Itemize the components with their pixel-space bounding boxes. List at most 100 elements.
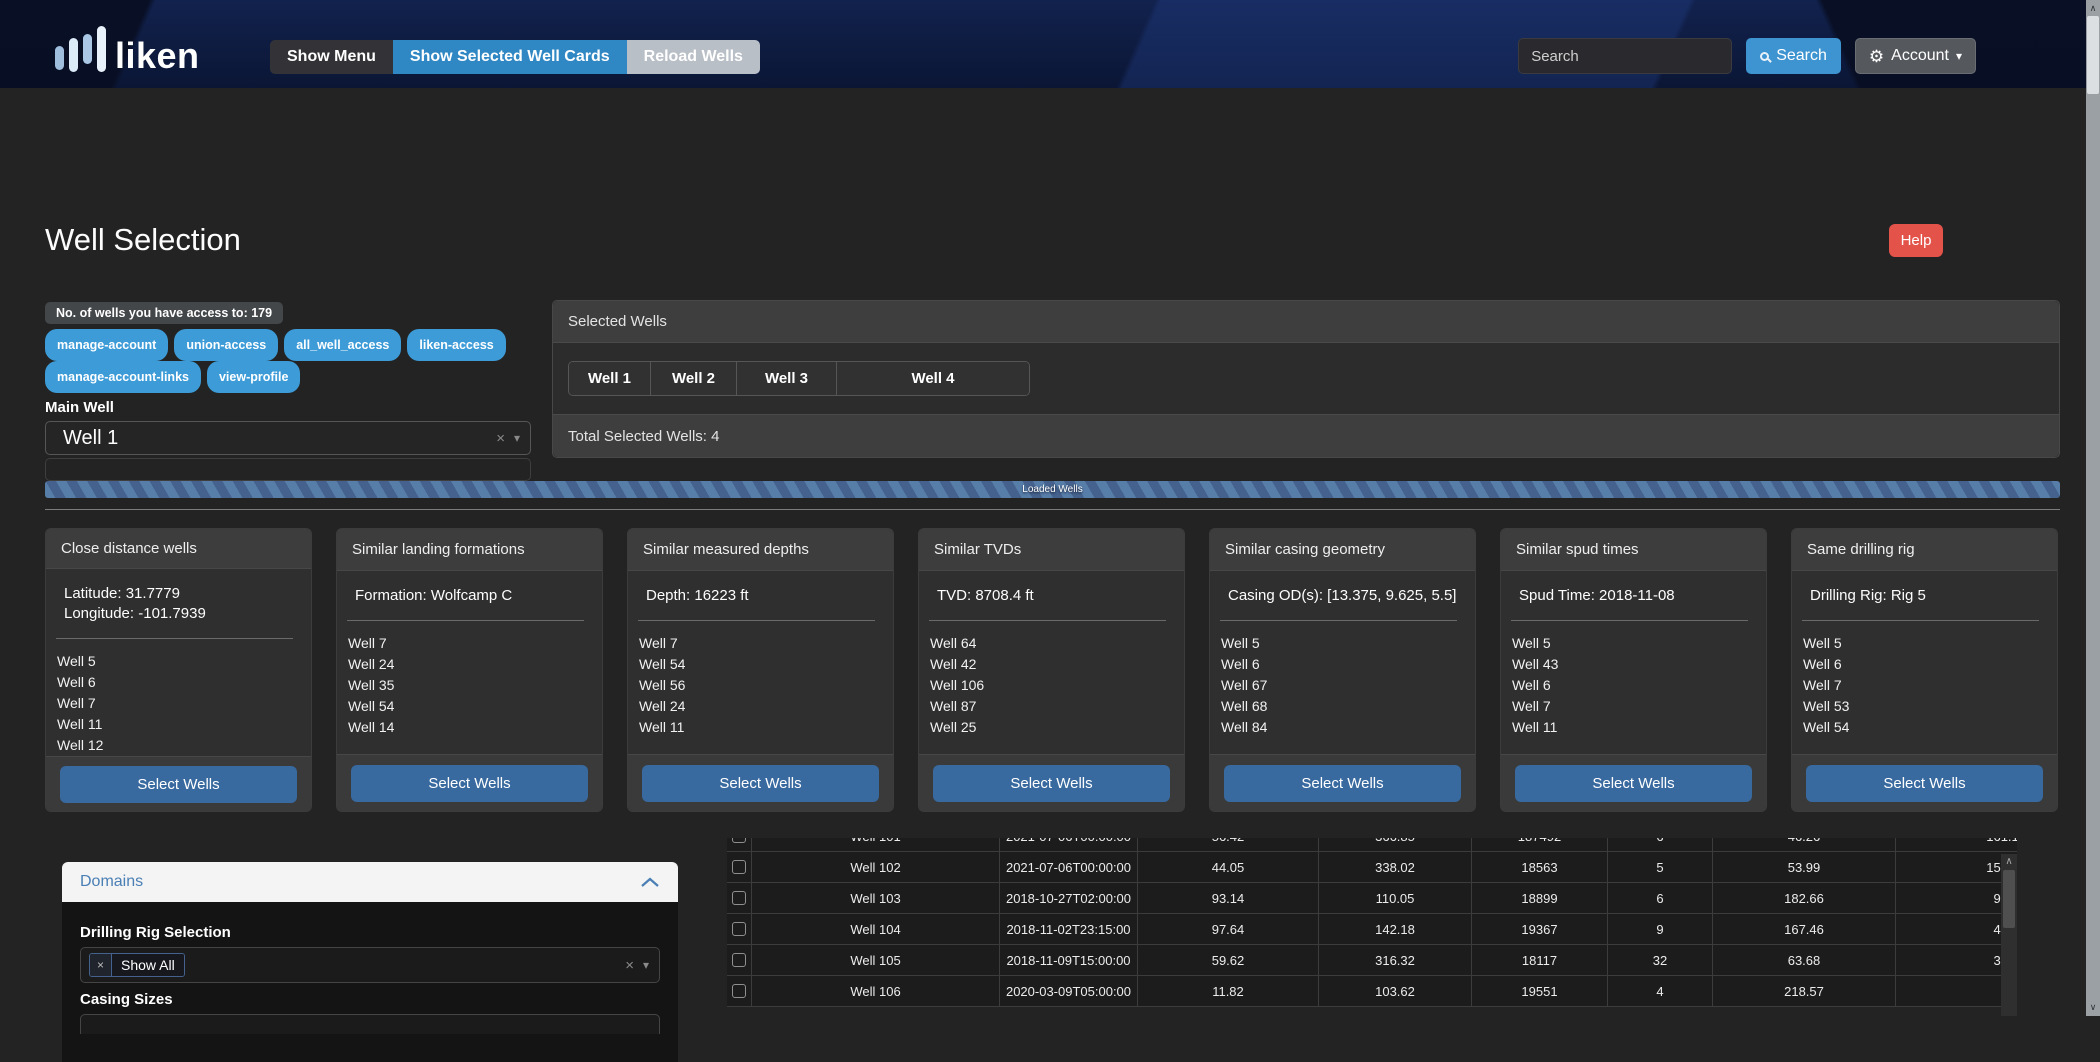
- select-wells-button[interactable]: Select Wells: [933, 765, 1170, 802]
- row-checkbox[interactable]: [732, 891, 746, 905]
- cell-value-4: 32: [1607, 945, 1712, 975]
- brand-logo[interactable]: liken: [55, 14, 200, 72]
- well-list-item: Well 87: [930, 696, 1184, 717]
- scroll-up-icon[interactable]: ∧: [2086, 1, 2100, 15]
- cell-value-1: 44.05: [1137, 852, 1318, 882]
- cell-value-2: 103.62: [1318, 976, 1471, 1006]
- card-well-list: Well 64Well 42Well 106Well 87Well 25: [919, 633, 1184, 738]
- main-well-extra-box: [45, 458, 531, 481]
- card-well-list: Well 5Well 6Well 7Well 11Well 12: [46, 651, 311, 756]
- card-title: Close distance wells: [46, 529, 311, 569]
- selected-well-button[interactable]: Well 3: [737, 362, 837, 395]
- select-wells-button[interactable]: Select Wells: [642, 765, 879, 802]
- search-icon: [1760, 52, 1769, 61]
- cell-date: 2018-11-09T15:00:00: [999, 945, 1137, 975]
- well-list-item: Well 67: [1221, 675, 1475, 696]
- role-badge: all_well_access: [284, 329, 401, 361]
- well-list-item: Well 6: [1221, 654, 1475, 675]
- search-button[interactable]: Search: [1746, 38, 1841, 74]
- section-divider: [45, 509, 2060, 510]
- navbar-right: Search ⚙ Account ▾: [1518, 38, 1976, 74]
- table-row: Well 106 2020-03-09T05:00:00 11.82 103.6…: [727, 976, 2017, 1007]
- casing-sizes-label: Casing Sizes: [80, 991, 660, 1008]
- tag-remove-icon[interactable]: ×: [90, 954, 112, 976]
- cell-value-5: 53.99: [1712, 852, 1895, 882]
- page-scrollbar[interactable]: ∧ ∨: [2086, 0, 2100, 1016]
- cell-value-5: 182.66: [1712, 883, 1895, 913]
- row-checkbox[interactable]: [732, 984, 746, 998]
- account-button[interactable]: ⚙ Account ▾: [1855, 38, 1976, 74]
- chevron-down-icon[interactable]: ▾: [643, 958, 649, 972]
- main-well-label: Main Well: [45, 399, 531, 416]
- page-scrollbar-thumb[interactable]: [2087, 16, 2099, 94]
- card-well-list: Well 7Well 24Well 35Well 54Well 14: [337, 633, 602, 738]
- row-checkbox[interactable]: [732, 860, 746, 874]
- select-wells-button[interactable]: Select Wells: [1806, 765, 2043, 802]
- table-row: Well 103 2018-10-27T02:00:00 93.14 110.0…: [727, 883, 2017, 914]
- logo-bars-icon: [55, 20, 106, 72]
- scroll-down-icon[interactable]: ∨: [2086, 1000, 2100, 1014]
- card-similar-landing-formations: Similar landing formations Formation: Wo…: [336, 528, 603, 812]
- reload-wells-button[interactable]: Reload Wells: [627, 40, 760, 74]
- select-wells-button[interactable]: Select Wells: [351, 765, 588, 802]
- card-info-line: Formation: Wolfcamp C: [355, 586, 584, 606]
- selected-wells-panel: Selected Wells Well 1Well 2Well 3Well 4 …: [552, 300, 2060, 458]
- select-wells-button[interactable]: Select Wells: [60, 766, 297, 803]
- cell-value-1: 59.62: [1137, 945, 1318, 975]
- table-scrollbar-thumb[interactable]: [2003, 870, 2015, 928]
- casing-sizes-select[interactable]: [80, 1014, 660, 1034]
- cell-date: 2018-11-02T23:15:00: [999, 914, 1137, 944]
- select-wells-button[interactable]: Select Wells: [1515, 765, 1752, 802]
- cell-value-6: 91.8: [1895, 976, 2017, 1006]
- card-same-drilling-rig: Same drilling rig Drilling Rig: Rig 5 We…: [1791, 528, 2058, 812]
- cell-well-name: Well 104: [751, 914, 999, 944]
- card-title: Similar TVDs: [919, 529, 1184, 571]
- row-checkbox[interactable]: [732, 953, 746, 967]
- row-checkbox[interactable]: [732, 838, 746, 843]
- selected-well-button[interactable]: Well 2: [651, 362, 737, 395]
- cell-date: 2021-07-06T00:00:00: [999, 838, 1137, 851]
- well-list-item: Well 5: [1803, 633, 2057, 654]
- chevron-down-icon[interactable]: ▾: [514, 431, 520, 445]
- cell-value-3: 19367: [1471, 914, 1607, 944]
- clear-icon[interactable]: ×: [625, 957, 634, 974]
- selected-well-button[interactable]: Well 4: [837, 362, 1029, 395]
- row-checkbox[interactable]: [732, 922, 746, 936]
- page-title: Well Selection: [45, 222, 241, 258]
- selected-well-button[interactable]: Well 1: [569, 362, 651, 395]
- drilling-rig-select[interactable]: × Show All × ▾: [80, 947, 660, 983]
- card-info-line: Longitude: -101.7939: [64, 604, 293, 624]
- cell-value-2: 338.02: [1318, 852, 1471, 882]
- help-button[interactable]: Help: [1889, 224, 1943, 257]
- card-well-list: Well 5Well 43Well 6Well 7Well 11: [1501, 633, 1766, 738]
- scroll-up-icon[interactable]: ∧: [2001, 856, 2017, 867]
- well-list-item: Well 7: [1512, 696, 1766, 717]
- clear-icon[interactable]: ×: [496, 430, 505, 447]
- card-info-line: Casing OD(s): [13.375, 9.625, 5.5]: [1228, 586, 1457, 606]
- card-info: TVD: 8708.4 ft: [919, 586, 1184, 606]
- wells-table: Well 101 2021-07-06T00:00:00 56.42 366.8…: [727, 838, 2017, 1016]
- cell-value-5: 63.68: [1712, 945, 1895, 975]
- table-scrollbar[interactable]: ∧: [2001, 854, 2017, 1016]
- main-well-select[interactable]: Well 1 × ▾: [45, 421, 531, 455]
- search-input[interactable]: [1518, 38, 1732, 74]
- show-selected-well-cards-button[interactable]: Show Selected Well Cards: [393, 40, 627, 74]
- cell-value-6: 37.68: [1895, 945, 2017, 975]
- cell-value-5: 46.26: [1712, 838, 1895, 851]
- navbar: liken Show Menu Show Selected Well Cards…: [0, 0, 2100, 88]
- card-similar-casing-geometry: Similar casing geometry Casing OD(s): [1…: [1209, 528, 1476, 812]
- role-badge: view-profile: [207, 361, 300, 393]
- card-well-list: Well 7Well 54Well 56Well 24Well 11: [628, 633, 893, 738]
- show-menu-button[interactable]: Show Menu: [270, 40, 393, 74]
- domains-header[interactable]: Domains: [62, 862, 678, 902]
- card-info: Casing OD(s): [13.375, 9.625, 5.5]: [1210, 586, 1475, 606]
- cell-value-6: 153.56: [1895, 852, 2017, 882]
- cell-value-3: 19551: [1471, 976, 1607, 1006]
- cell-well-name: Well 106: [751, 976, 999, 1006]
- chevron-up-icon: [640, 877, 660, 888]
- select-wells-button[interactable]: Select Wells: [1224, 765, 1461, 802]
- card-info: Spud Time: 2018-11-08: [1501, 586, 1766, 606]
- show-all-tag: × Show All: [89, 953, 185, 977]
- cell-value-3: 18117: [1471, 945, 1607, 975]
- well-list-item: Well 24: [348, 654, 602, 675]
